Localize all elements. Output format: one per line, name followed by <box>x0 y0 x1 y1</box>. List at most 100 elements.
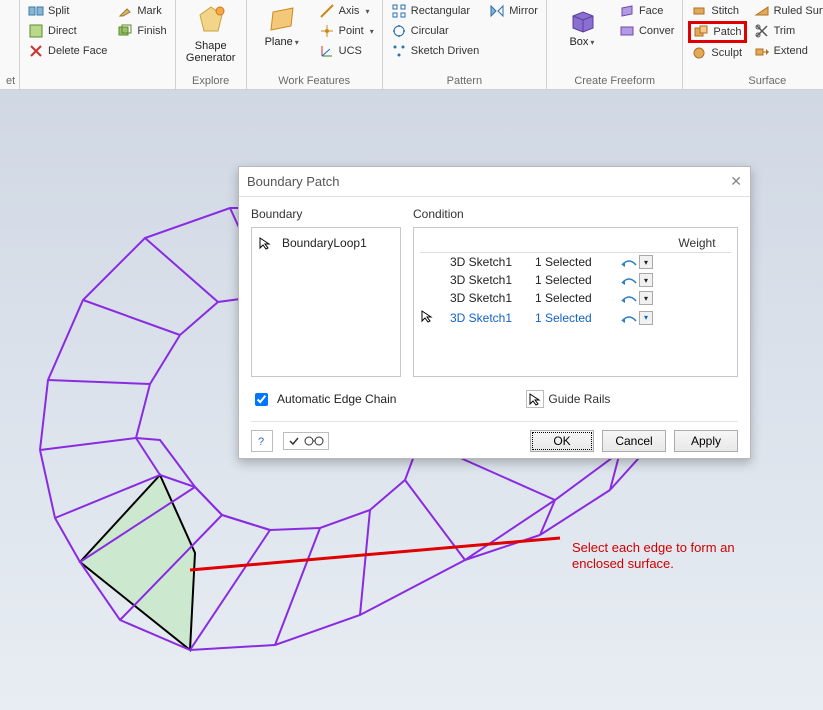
boundary-loop-label: BoundaryLoop1 <box>282 236 367 250</box>
selection-count: 1 Selected <box>535 291 610 305</box>
extend-icon <box>754 43 770 59</box>
condition-header: Condition <box>413 207 738 221</box>
finish-icon <box>117 23 133 39</box>
stitch-label: Stitch <box>711 5 739 17</box>
explore-label: Explore <box>182 74 240 89</box>
tangent-icon <box>620 291 638 305</box>
auto-edge-chain-input[interactable] <box>255 393 268 406</box>
boundary-loop-item[interactable]: BoundaryLoop1 <box>258 234 394 252</box>
boundary-patch-dialog: Boundary Patch ✕ Boundary BoundaryLoop1 … <box>238 166 751 459</box>
finish-button[interactable]: Finish <box>115 22 168 40</box>
face-button[interactable]: Face <box>617 2 676 20</box>
circular-icon <box>391 23 407 39</box>
split-icon <box>28 3 44 19</box>
selection-count: 1 Selected <box>535 311 610 325</box>
rectangular-pattern-button[interactable]: Rectangular <box>389 2 481 20</box>
dialog-titlebar[interactable]: Boundary Patch ✕ <box>239 167 750 197</box>
condition-row[interactable]: 3D Sketch11 Selected▾ <box>420 289 731 307</box>
box-label: Box <box>569 36 588 48</box>
point-label: Point <box>339 25 364 37</box>
sketch-name: 3D Sketch1 <box>450 311 525 325</box>
annotation-line2: enclosed surface. <box>572 556 674 571</box>
condition-picker[interactable]: ▾ <box>620 255 653 269</box>
box-icon <box>567 4 597 34</box>
circ-label: Circular <box>411 25 449 37</box>
convert-icon <box>619 23 635 39</box>
annotation-text: Select each edge to form an enclosed sur… <box>572 540 735 572</box>
chevron-down-icon[interactable]: ▾ <box>639 311 653 325</box>
cursor-icon <box>528 392 542 406</box>
condition-picker[interactable]: ▾ <box>620 291 653 305</box>
delete-face-button[interactable]: Delete Face <box>26 42 109 60</box>
ucs-label: UCS <box>339 45 362 57</box>
wf-label: Work Features <box>253 74 376 89</box>
glasses-icon <box>304 435 324 447</box>
mark-label: Mark <box>137 5 161 17</box>
convert-button[interactable]: Conver <box>617 22 676 40</box>
shape-generator-icon <box>194 4 228 38</box>
circular-pattern-button[interactable]: Circular <box>389 22 481 40</box>
x-icon <box>28 43 44 59</box>
plane-button[interactable]: Plane▾ <box>253 2 311 49</box>
shape-generator-button[interactable]: ShapeGenerator <box>182 2 240 64</box>
grid-icon <box>391 3 407 19</box>
tangent-icon <box>620 255 638 269</box>
patch-button[interactable]: Patch <box>689 22 745 42</box>
ucs-button[interactable]: UCS <box>317 42 376 60</box>
mirror-button[interactable]: Mirror <box>487 2 540 20</box>
plane-icon <box>267 4 297 34</box>
plane-label: Plane <box>265 36 293 48</box>
cursor-icon <box>258 236 272 250</box>
ruled-surface-button[interactable]: Ruled Surface <box>752 2 823 20</box>
help-icon: ? <box>256 435 268 447</box>
close-icon[interactable]: ✕ <box>730 173 742 190</box>
patch-icon <box>693 24 709 40</box>
axis-label: Axis <box>339 5 360 17</box>
cancel-button[interactable]: Cancel <box>602 430 666 452</box>
split-label: Split <box>48 5 69 17</box>
list-header: Weight <box>420 234 731 253</box>
ruled-label: Ruled Surface <box>774 5 823 17</box>
annotation-line1: Select each edge to form an <box>572 540 735 555</box>
boundary-list[interactable]: BoundaryLoop1 <box>251 227 401 377</box>
selection-count: 1 Selected <box>535 273 610 287</box>
extend-button[interactable]: Extend <box>752 42 823 60</box>
surface-label: Surface <box>689 74 823 89</box>
dialog-title: Boundary Patch <box>247 174 340 189</box>
ok-button[interactable]: OK <box>530 430 594 452</box>
point-button[interactable]: Point▾ <box>317 22 376 40</box>
convert-label: Conver <box>639 25 674 37</box>
boundary-header: Boundary <box>251 207 401 221</box>
axis-button[interactable]: Axis▾ <box>317 2 376 20</box>
tangent-icon <box>620 273 638 287</box>
chevron-down-icon[interactable]: ▾ <box>639 291 653 305</box>
mark-button[interactable]: Mark <box>115 2 168 20</box>
sculpt-icon <box>691 45 707 61</box>
condition-row[interactable]: 3D Sketch11 Selected▾ <box>420 253 731 271</box>
condition-picker[interactable]: ▾ <box>620 311 653 325</box>
shape-bot: Generator <box>186 52 236 64</box>
direct-button[interactable]: Direct <box>26 22 109 40</box>
auto-edge-chain-checkbox[interactable]: Automatic Edge Chain <box>251 390 396 409</box>
box-button[interactable]: Box▾ <box>553 2 611 49</box>
condition-list[interactable]: Weight 3D Sketch11 Selected▾3D Sketch11 … <box>413 227 738 377</box>
stitch-button[interactable]: Stitch <box>689 2 745 20</box>
face-label: Face <box>639 5 663 17</box>
trim-button[interactable]: Trim <box>752 22 823 40</box>
help-button[interactable]: ? <box>251 430 273 452</box>
sketch-driven-button[interactable]: Sketch Driven <box>389 42 481 60</box>
chevron-down-icon[interactable]: ▾ <box>639 255 653 269</box>
condition-row[interactable]: 3D Sketch1 1 Selected ▾ <box>420 307 731 328</box>
condition-picker[interactable]: ▾ <box>620 273 653 287</box>
guide-rails-button[interactable]: Guide Rails <box>524 389 612 409</box>
apply-button[interactable]: Apply <box>674 430 738 452</box>
split-button[interactable]: Split <box>26 2 109 20</box>
point-icon <box>319 23 335 39</box>
finish-label: Finish <box>137 25 166 37</box>
sculpt-button[interactable]: Sculpt <box>689 44 745 62</box>
chevron-down-icon[interactable]: ▾ <box>639 273 653 287</box>
condition-row[interactable]: 3D Sketch11 Selected▾ <box>420 271 731 289</box>
options-toggle[interactable] <box>283 432 329 450</box>
trim-icon <box>754 23 770 39</box>
mark-icon <box>117 3 133 19</box>
